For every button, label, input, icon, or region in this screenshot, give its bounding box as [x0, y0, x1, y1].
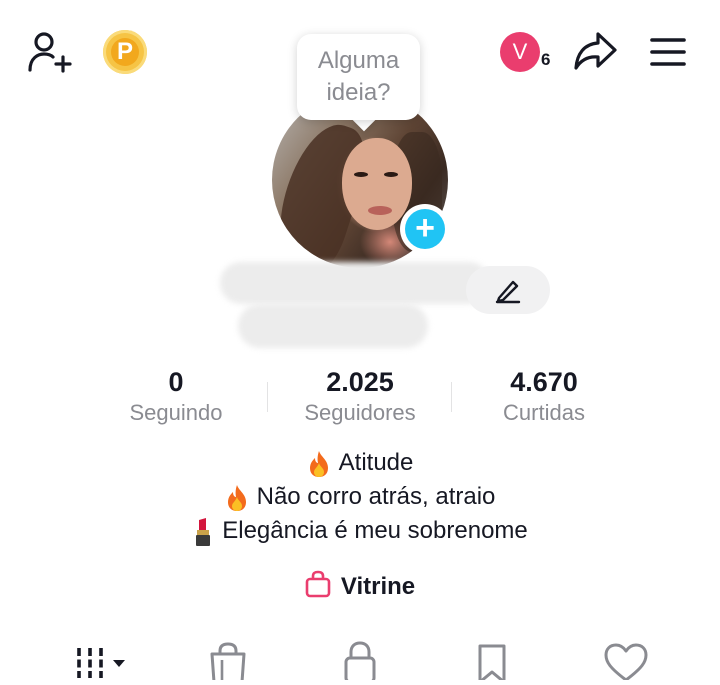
stat-label: Seguindo — [129, 400, 223, 425]
add-story-button[interactable]: + — [400, 204, 450, 254]
tab-videos[interactable] — [72, 640, 132, 680]
bio-text: Elegância é meu sobrenome — [222, 517, 528, 544]
bio-text: Atitude — [338, 449, 414, 476]
redacted-display-name — [220, 262, 490, 304]
bubble-line-2: ideia? — [326, 79, 391, 106]
stat-label: Curtidas — [503, 400, 585, 425]
profile-visitors-button[interactable]: V — [500, 32, 540, 72]
coins-label: P — [116, 38, 133, 65]
shopping-bag-icon — [210, 642, 246, 684]
divider — [267, 382, 268, 412]
stat-value: 4.670 — [510, 367, 578, 397]
add-friend-icon[interactable] — [26, 28, 74, 76]
coins-button[interactable]: P — [103, 30, 147, 74]
share-icon[interactable] — [572, 30, 618, 72]
stat-label: Seguidores — [304, 400, 416, 425]
bio-line: Elegância é meu sobrenome — [0, 514, 720, 548]
stat-following[interactable]: 0 Seguindo — [86, 366, 266, 428]
pencil-icon — [495, 280, 521, 304]
stat-followers[interactable]: 2.025 Seguidores — [270, 366, 450, 428]
shopping-bag-icon — [305, 570, 331, 598]
heart-icon — [604, 643, 648, 682]
tab-liked[interactable] — [596, 640, 656, 682]
tab-private[interactable] — [330, 640, 390, 684]
stat-likes[interactable]: 4.670 Curtidas — [454, 366, 634, 428]
note-bubble[interactable]: Alguma ideia? — [297, 34, 420, 120]
lipstick-emoji — [196, 517, 211, 546]
redacted-username — [238, 304, 428, 348]
visitor-initial: V — [512, 39, 528, 64]
visitor-count: 6 — [541, 50, 551, 69]
edit-profile-button[interactable] — [466, 266, 550, 314]
stat-value: 2.025 — [326, 367, 394, 397]
showcase-link[interactable]: Vitrine — [0, 570, 720, 604]
tab-shop[interactable] — [198, 640, 258, 684]
bio-line: Atitude — [0, 446, 720, 480]
divider — [451, 382, 452, 412]
showcase-label: Vitrine — [340, 573, 416, 600]
stat-value: 0 — [168, 367, 184, 397]
fire-emoji — [309, 450, 328, 477]
menu-icon[interactable] — [648, 34, 688, 70]
tab-saved[interactable] — [462, 640, 522, 684]
plus-icon: + — [405, 209, 445, 249]
fire-emoji — [227, 484, 246, 511]
grid-videos-icon — [77, 648, 125, 678]
bio-line: Não corro atrás, atraio — [0, 480, 720, 514]
lock-icon — [344, 641, 376, 684]
bookmark-icon — [478, 644, 506, 684]
bubble-line-1: Alguma — [317, 47, 400, 74]
bio-text: Não corro atrás, atraio — [256, 483, 496, 510]
